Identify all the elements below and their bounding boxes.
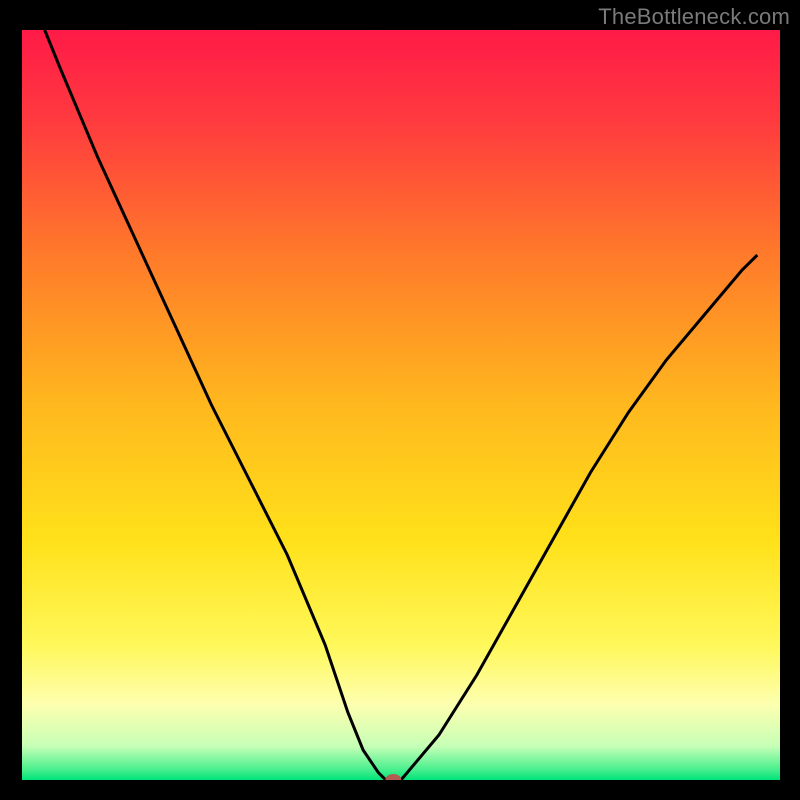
plot-frame-right — [780, 0, 800, 800]
plot-frame-bottom — [0, 780, 800, 800]
chart-stage: TheBottleneck.com — [0, 0, 800, 800]
watermark-text: TheBottleneck.com — [598, 4, 790, 30]
plot-background — [22, 30, 780, 780]
bottleneck-chart — [0, 0, 800, 800]
plot-frame-left — [0, 0, 22, 800]
